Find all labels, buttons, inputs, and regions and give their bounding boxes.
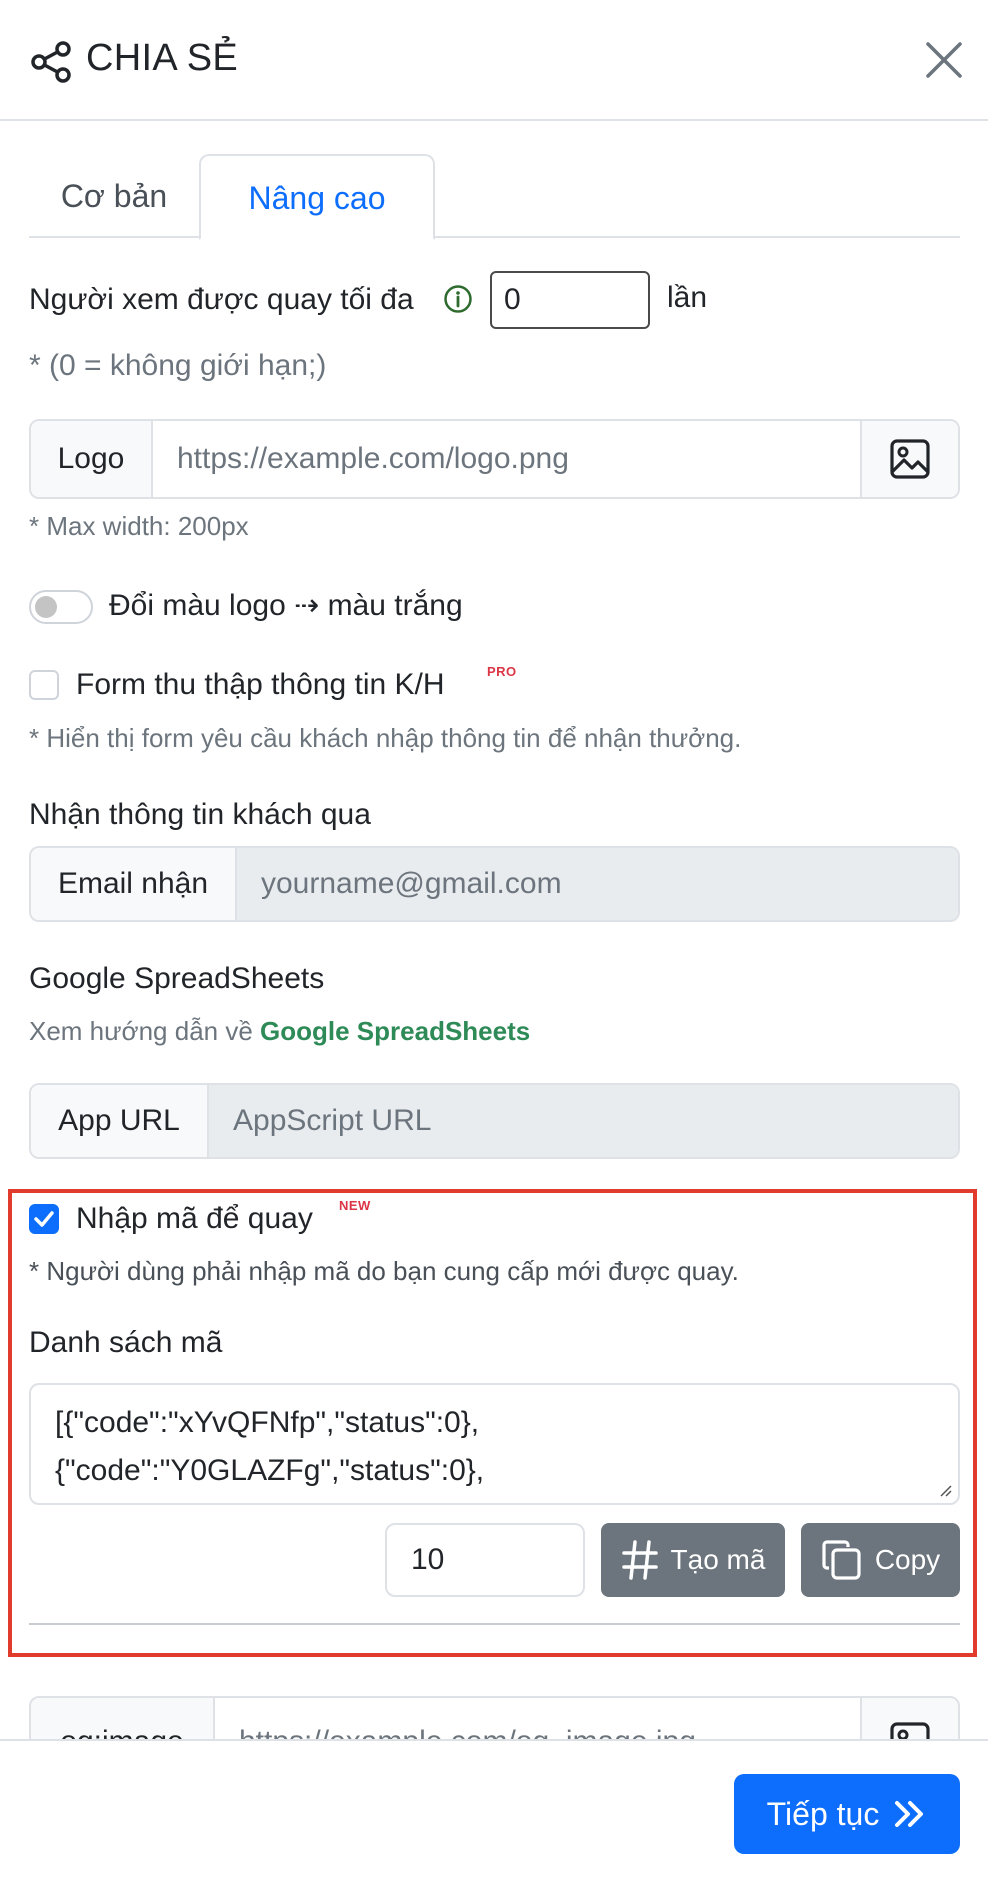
logo-label: Logo (31, 421, 153, 497)
code-entry-label: Nhập mã để quay (76, 1202, 313, 1235)
app-url-input-group: App URL AppScript URL (29, 1083, 960, 1159)
code-entry-checkbox[interactable] (29, 1204, 59, 1234)
double-chevron-right-icon (895, 1801, 924, 1827)
toggle-knob (35, 596, 57, 618)
customer-form-checkbox[interactable] (29, 670, 59, 700)
email-label: Email nhận (31, 848, 237, 920)
customer-form-hint: * Hiển thị form yêu cầu khách nhập thông… (29, 723, 742, 753)
max-spins-suffix: lần (667, 281, 708, 314)
copy-icon (822, 1540, 861, 1580)
logo-white-toggle[interactable] (29, 590, 93, 624)
app-url-label: App URL (31, 1085, 209, 1157)
code-line: {"code":"Y0GLAZFg","status":0}, (55, 1454, 485, 1487)
copy-codes-label: Copy (874, 1544, 941, 1575)
logo-upload-button[interactable] (860, 421, 958, 497)
receive-info-heading: Nhận thông tin khách qua (29, 798, 371, 831)
logo-hint: * Max width: 200px (29, 511, 249, 541)
google-sheets-link[interactable]: Google SpreadSheets (260, 1016, 530, 1046)
og-image-label: og:image (31, 1698, 215, 1739)
generate-codes-label: Tạo mã (670, 1544, 766, 1575)
section-divider (29, 1623, 960, 1625)
tab-advanced[interactable]: Nâng cao (199, 154, 435, 240)
modal-title: CHIA SẺ (86, 37, 239, 79)
logo-white-label: Đổi màu logo ⇢ màu trắng (109, 589, 463, 622)
share-icon (31, 41, 71, 83)
max-spins-label: Người xem được quay tối đa (29, 283, 414, 316)
code-list-textarea[interactable]: [{"code":"xYvQFNfp","status":0}, {"code"… (29, 1383, 960, 1505)
modal-body: Cơ bản Nâng cao Người xem được quay tối … (0, 123, 988, 1739)
code-line: [{"code":"xYvQFNfp","status":0}, (55, 1406, 480, 1439)
modal-header: CHIA SẺ (0, 0, 988, 121)
code-count-input[interactable]: 10 (385, 1523, 585, 1597)
google-sheets-guide: Xem hướng dẫn về Google SpreadSheets (29, 1011, 530, 1051)
check-icon (34, 1211, 54, 1227)
customer-form-label: Form thu thập thông tin K/H (76, 668, 445, 701)
email-input[interactable]: yourname@gmail.com (237, 848, 958, 920)
hash-icon (621, 1540, 658, 1580)
close-icon[interactable] (920, 36, 968, 84)
code-list-heading: Danh sách mã (29, 1326, 223, 1359)
new-badge: NEW (339, 1198, 371, 1213)
pro-badge: PRO (487, 664, 517, 679)
app-url-input[interactable]: AppScript URL (209, 1085, 958, 1157)
image-icon (890, 439, 930, 479)
modal-footer: Tiếp tục (0, 1739, 988, 1880)
og-image-input-group: og:image https://example.com/og_image.jp… (29, 1696, 960, 1739)
logo-url-input[interactable]: https://example.com/logo.png (153, 421, 860, 497)
google-sheets-heading: Google SpreadSheets (29, 962, 325, 995)
code-entry-hint: * Người dùng phải nhập mã do bạn cung cấ… (29, 1256, 739, 1286)
max-spins-hint: * (0 = không giới hạn;) (29, 349, 327, 382)
og-image-upload-button[interactable] (860, 1698, 958, 1739)
tab-bar: Cơ bản Nâng cao (29, 154, 960, 240)
copy-codes-button[interactable]: Copy (801, 1523, 960, 1597)
continue-label: Tiếp tục (766, 1795, 880, 1832)
continue-button[interactable]: Tiếp tục (734, 1774, 960, 1854)
email-input-group: Email nhận yourname@gmail.com (29, 846, 960, 922)
logo-input-group: Logo https://example.com/logo.png (29, 419, 960, 499)
info-icon[interactable] (443, 284, 473, 314)
og-image-input[interactable]: https://example.com/og_image.jpg (215, 1698, 860, 1739)
guide-prefix: Xem hướng dẫn về (29, 1016, 261, 1046)
max-spins-input[interactable]: 0 (490, 271, 650, 329)
image-icon (890, 1722, 930, 1739)
generate-codes-button[interactable]: Tạo mã (601, 1523, 785, 1597)
resize-grip-icon[interactable] (938, 1483, 952, 1497)
tab-basic[interactable]: Cơ bản (29, 154, 199, 238)
